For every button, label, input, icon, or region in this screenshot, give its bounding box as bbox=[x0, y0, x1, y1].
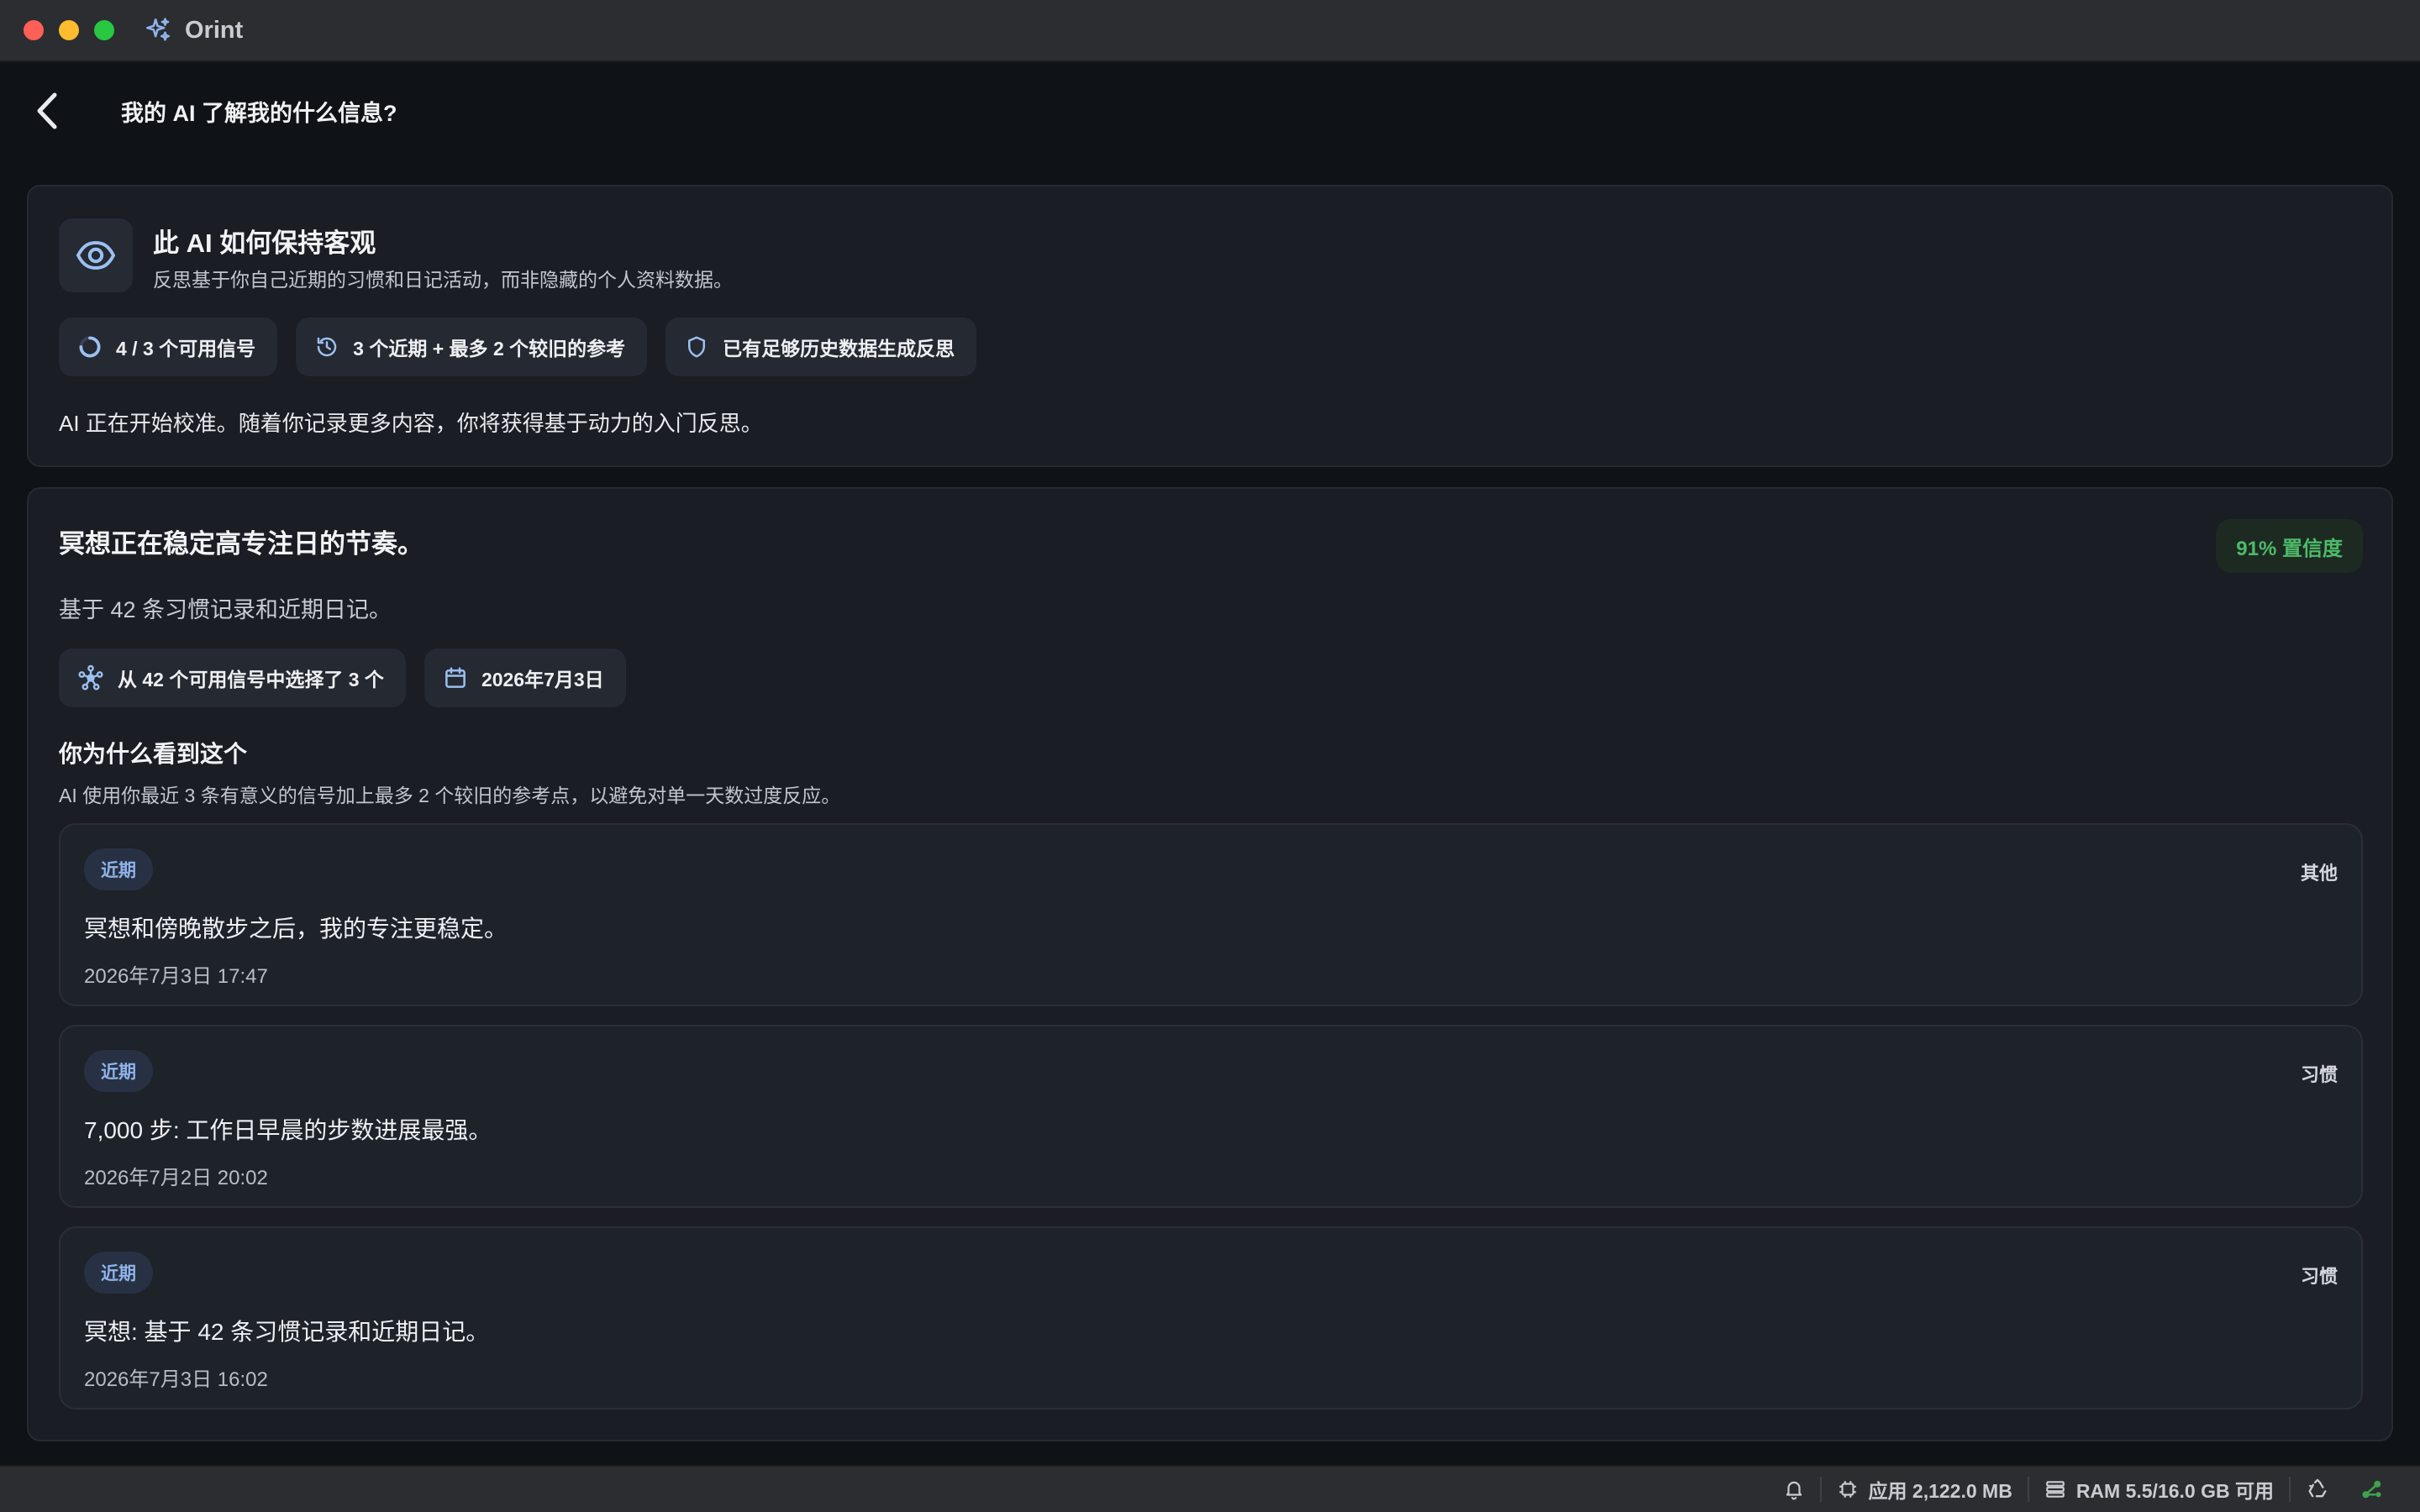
entry-text: 7,000 步: 工作日早晨的步数进展最强。 bbox=[84, 1117, 492, 1143]
page-title: 我的 AI 了解我的什么信息? bbox=[121, 100, 397, 126]
available-signals-chip: 4 / 3 个可用信号 bbox=[59, 318, 278, 376]
entry-text: 冥想和傍晚散步之后，我的专注更稳定。 bbox=[84, 916, 508, 942]
entry-category: 其他 bbox=[2300, 863, 2338, 884]
app-memory-label: 应用 2,122.0 MB bbox=[1868, 1480, 2012, 1502]
recycle-button[interactable] bbox=[2291, 1478, 2344, 1501]
window-controls bbox=[24, 20, 114, 40]
insight-title: 冥想正在稳定高专注日的节奏。 bbox=[59, 529, 424, 559]
entry-text: 冥想: 基于 42 条习惯记录和近期日记。 bbox=[84, 1319, 490, 1345]
close-window-button[interactable] bbox=[24, 20, 44, 40]
recency-tag: 近期 bbox=[84, 1252, 153, 1294]
signal-entry[interactable]: 近期 习惯 7,000 步: 工作日早晨的步数进展最强。 2026年7月2日 2… bbox=[59, 1025, 2363, 1208]
date-chip: 2026年7月3日 bbox=[424, 648, 626, 707]
window-titlebar: Orint bbox=[0, 0, 2420, 62]
recency-tag: 近期 bbox=[84, 848, 153, 890]
insight-subtitle: 基于 42 条习惯记录和近期日记。 bbox=[59, 597, 392, 622]
minimize-window-button[interactable] bbox=[59, 20, 79, 40]
sparkles-icon bbox=[143, 15, 173, 45]
chip-label: 3 个近期 + 最多 2 个较旧的参考 bbox=[353, 338, 626, 360]
notifications-button[interactable] bbox=[1768, 1478, 1820, 1500]
history-clock-icon bbox=[317, 337, 337, 357]
zoom-window-button[interactable] bbox=[94, 20, 114, 40]
why-title: 你为什么看到这个 bbox=[59, 741, 248, 767]
history-sufficient-chip: 已有足够历史数据生成反思 bbox=[666, 318, 977, 376]
chip-label: 已有足够历史数据生成反思 bbox=[723, 338, 955, 360]
network-status-button[interactable] bbox=[2344, 1477, 2400, 1502]
reference-window-chip: 3 个近期 + 最多 2 个较旧的参考 bbox=[296, 318, 648, 376]
insight-card: 冥想正在稳定高专注日的节奏。 91% 置信度 基于 42 条习惯记录和近期日记。… bbox=[27, 487, 2393, 1441]
ram-indicator: RAM 5.5/16.0 GB 可用 bbox=[2029, 1475, 2289, 1504]
signal-entry[interactable]: 近期 其他 冥想和傍晚散步之后，我的专注更稳定。 2026年7月3日 17:47 bbox=[59, 823, 2363, 1006]
app-memory-indicator: 应用 2,122.0 MB bbox=[1822, 1475, 2028, 1504]
page-header: 我的 AI 了解我的什么信息? bbox=[0, 64, 2420, 158]
recycle-icon bbox=[2308, 1478, 2327, 1498]
signal-chips: 4 / 3 个可用信号 3 个近期 + 最多 2 个较旧的参考 已有足够历史数据… bbox=[59, 318, 977, 376]
entry-timestamp: 2026年7月3日 16:02 bbox=[84, 1368, 268, 1391]
calibration-description: AI 正在开始校准。随着你记录更多内容，你将获得基于动力的入门反思。 bbox=[59, 411, 763, 436]
progress-ring-icon bbox=[79, 336, 101, 358]
app-name: Orint bbox=[185, 16, 244, 44]
signal-entry[interactable]: 近期 习惯 冥想: 基于 42 条习惯记录和近期日记。 2026年7月3日 16… bbox=[59, 1226, 2363, 1410]
entry-timestamp: 2026年7月3日 17:47 bbox=[84, 965, 268, 988]
insight-chips: 从 42 个可用信号中选择了 3 个 2026年7月3日 bbox=[59, 648, 626, 707]
network-status-icon bbox=[2362, 1480, 2381, 1499]
network-icon bbox=[78, 664, 103, 690]
chip-label: 从 42 个可用信号中选择了 3 个 bbox=[118, 669, 384, 690]
chip-label: 2026年7月3日 bbox=[481, 669, 604, 690]
calendar-icon bbox=[445, 667, 466, 688]
memory-stack-icon bbox=[2045, 1481, 2065, 1498]
entry-category: 习惯 bbox=[2300, 1064, 2338, 1085]
recency-tag: 近期 bbox=[84, 1050, 153, 1092]
objectivity-subtitle: 反思基于你自己近期的习惯和日记活动，而非隐藏的个人资料数据。 bbox=[153, 269, 733, 291]
confidence-badge: 91% 置信度 bbox=[2216, 519, 2363, 573]
selected-signals-chip: 从 42 个可用信号中选择了 3 个 bbox=[59, 648, 406, 707]
why-description: AI 使用你最近 3 条有意义的信号加上最多 2 个较旧的参考点，以避免对单一天… bbox=[59, 785, 841, 806]
objectivity-title: 此 AI 如何保持客观 bbox=[153, 228, 376, 258]
cpu-icon bbox=[1839, 1481, 1856, 1498]
status-bar: 应用 2,122.0 MB RAM 5.5/16.0 GB 可用 bbox=[0, 1465, 2420, 1512]
bell-icon bbox=[1786, 1481, 1802, 1500]
chevron-left-icon bbox=[37, 92, 57, 129]
entry-timestamp: 2026年7月2日 20:02 bbox=[84, 1167, 268, 1189]
eye-icon bbox=[59, 218, 133, 292]
shield-icon bbox=[688, 336, 706, 358]
entry-category: 习惯 bbox=[2300, 1266, 2338, 1287]
ram-label: RAM 5.5/16.0 GB 可用 bbox=[2075, 1480, 2274, 1502]
back-button[interactable] bbox=[30, 87, 64, 134]
objectivity-card: 此 AI 如何保持客观 反思基于你自己近期的习惯和日记活动，而非隐藏的个人资料数… bbox=[27, 185, 2393, 467]
chip-label: 4 / 3 个可用信号 bbox=[116, 338, 256, 360]
